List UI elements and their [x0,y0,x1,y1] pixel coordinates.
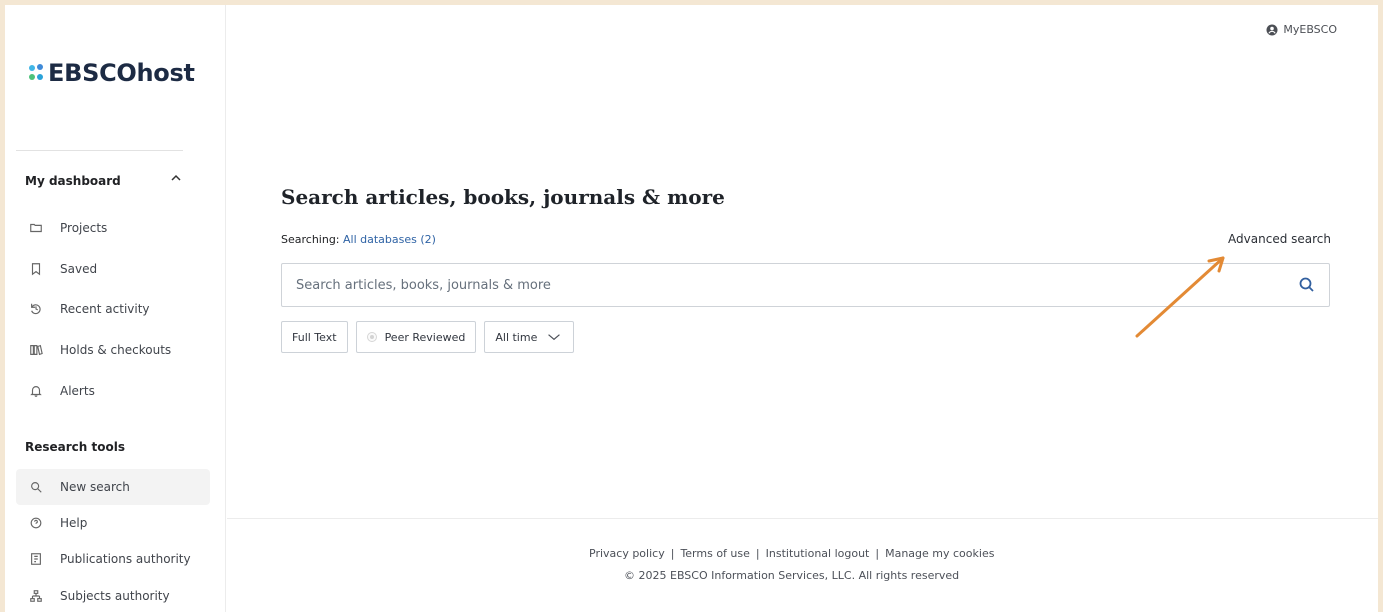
user-circle-icon [1265,23,1278,36]
search-box [281,263,1330,307]
dashboard-section-title: My dashboard [25,174,121,188]
time-range-select[interactable]: All time [484,321,575,353]
chevron-up-icon [171,174,181,181]
sidebar-item-label: Projects [60,221,108,235]
manage-cookies-link[interactable]: Manage my cookies [885,547,994,560]
sidebar: EBSCOhost My dashboard Projects Saved Re… [5,5,226,612]
sidebar-item-help[interactable]: Help [16,505,210,541]
sidebar-item-label: Help [60,516,88,530]
search-icon [26,477,46,497]
sidebar-item-alerts[interactable]: Alerts [16,373,210,409]
peer-reviewed-filter[interactable]: Peer Reviewed [355,321,477,353]
footer-separator: | [755,547,760,560]
sidebar-item-label: Saved [60,262,98,276]
sidebar-divider [16,150,183,151]
help-icon [26,513,46,533]
searching-prefix: Searching: [281,233,340,246]
sidebar-item-label: Holds & checkouts [60,343,172,357]
peer-reviewed-label: Peer Reviewed [384,330,466,344]
full-text-label: Full Text [292,330,337,344]
sidebar-item-label: Subjects authority [60,589,170,603]
search-filters: Full Text Peer Reviewed All time [281,321,575,353]
searching-databases-row: Searching: All databases (2) [281,233,436,246]
ebscohost-logo[interactable]: EBSCOhost [28,59,195,87]
my-ebsco-account[interactable]: MyEBSCO [1265,23,1337,36]
sidebar-item-label: Recent activity [60,302,150,316]
sidebar-item-label: Alerts [60,384,95,398]
dashboard-collapse-button[interactable] [168,170,184,186]
institutional-logout-link[interactable]: Institutional logout [766,547,870,560]
my-ebsco-label: MyEBSCO [1283,23,1337,36]
sidebar-item-publications-authority[interactable]: Publications authority [16,541,210,577]
sidebar-item-holds-checkouts[interactable]: Holds & checkouts [16,332,210,368]
publication-icon [26,549,46,569]
all-databases-link[interactable]: All databases (2) [343,233,436,246]
sidebar-item-recent-activity[interactable]: Recent activity [16,291,210,327]
sidebar-item-saved[interactable]: Saved [16,251,210,287]
footer-separator: | [875,547,880,560]
chevron-down-icon [547,330,561,344]
sidebar-item-subjects-authority[interactable]: Subjects authority [16,578,210,612]
sidebar-item-label: New search [60,480,130,494]
advanced-search-link[interactable]: Advanced search [1228,232,1331,246]
search-input[interactable] [282,264,1282,306]
books-icon [26,340,46,360]
sidebar-item-new-search[interactable]: New search [16,469,210,505]
sidebar-item-label: Publications authority [60,552,191,566]
app-window: EBSCOhost My dashboard Projects Saved Re… [5,5,1378,612]
hierarchy-icon [26,586,46,606]
full-text-filter[interactable]: Full Text [281,321,348,353]
bell-icon [26,381,46,401]
search-submit-button[interactable] [1297,275,1317,295]
copyright-text: © 2025 EBSCO Information Services, LLC. … [624,569,960,582]
terms-of-use-link[interactable]: Terms of use [680,547,749,560]
privacy-policy-link[interactable]: Privacy policy [589,547,665,560]
search-icon [1299,277,1314,292]
sidebar-item-projects[interactable]: Projects [16,210,210,246]
peer-reviewed-badge-icon [366,332,377,342]
page-background: EBSCOhost My dashboard Projects Saved Re… [0,0,1383,612]
bookmark-icon [26,259,46,279]
page-title: Search articles, books, journals & more [281,185,725,210]
history-icon [26,299,46,319]
footer-separator: | [670,547,675,560]
ebsco-logo-icon [28,64,46,82]
folder-icon [26,218,46,238]
brand-name: EBSCOhost [48,59,195,87]
research-tools-title: Research tools [25,440,125,454]
time-range-value: All time [495,330,538,344]
footer-links: Privacy policy | Terms of use | Institut… [589,547,994,560]
footer-divider [227,518,1378,519]
main-content: MyEBSCO Search articles, books, journals… [227,5,1378,612]
